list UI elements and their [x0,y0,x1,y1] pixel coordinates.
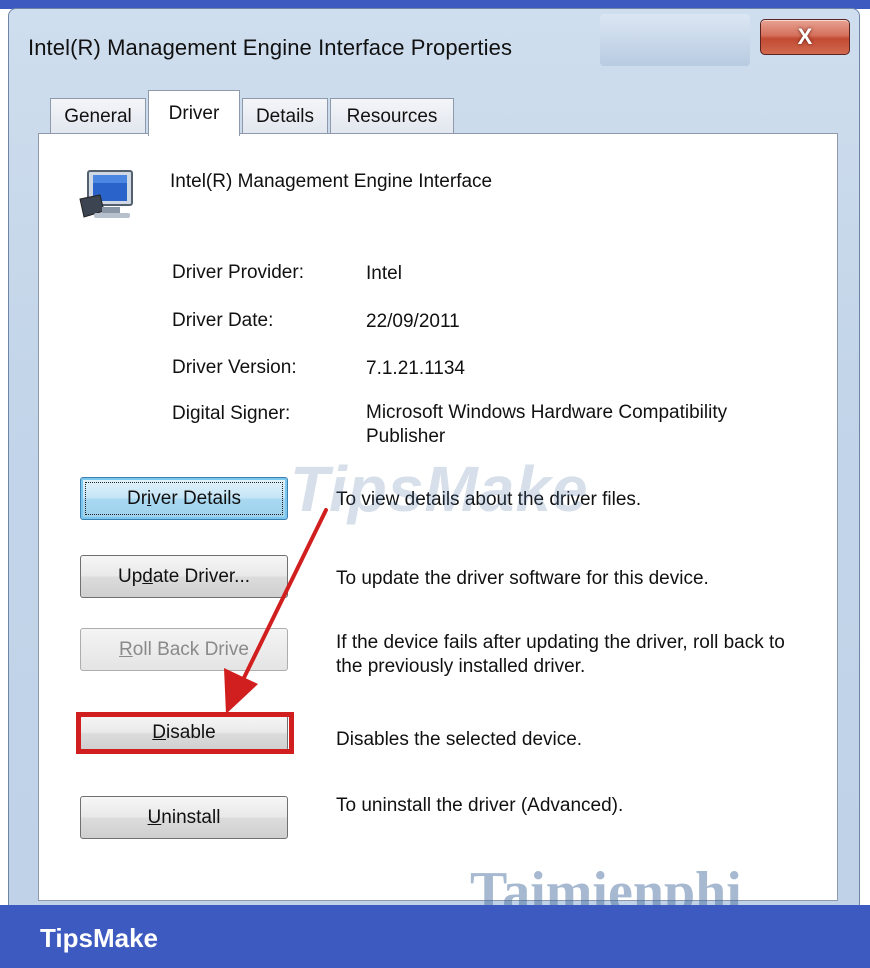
roll-back-driver-button[interactable]: Roll Back Drive [80,628,288,671]
tab-details[interactable]: Details [242,98,328,134]
close-button[interactable]: X [760,19,850,55]
roll-back-description: If the device fails after updating the d… [336,632,785,677]
tab-general[interactable]: General [50,98,146,134]
roll-back-label-accel: R [119,639,133,660]
uninstall-button[interactable]: Uninstall [80,796,288,839]
watermark-tipsmake: TipsMake [290,453,589,525]
window-title: Intel(R) Management Engine Interface Pro… [28,35,513,60]
brand-footer-bar: TipsMake [0,905,870,968]
network-adapter-icon [79,170,133,218]
tab-driver[interactable]: Driver [148,90,240,136]
driver-version-value: 7.1.21.1134 [366,358,465,379]
digital-signer-value: Microsoft Windows Hardware Compatibility… [366,402,728,447]
update-driver-label-post: ate Driver... [152,566,251,587]
device-name: Intel(R) Management Engine Interface [170,171,493,192]
driver-provider-value: Intel [366,263,402,284]
focus-ring [85,482,283,515]
digital-signer-label: Digital Signer: [172,403,291,424]
disable-description: Disables the selected device. [336,729,583,750]
update-driver-label-accel: d [142,566,153,587]
driver-details-button[interactable]: Driver Details [80,477,288,520]
driver-version-label: Driver Version: [172,357,297,378]
driver-date-value: 22/09/2011 [366,311,460,332]
titlebar-glass [600,14,750,66]
uninstall-label-post: ninstall [161,807,221,828]
update-driver-label-pre: Up [117,566,143,587]
driver-provider-label: Driver Provider: [172,262,304,283]
update-driver-description: To update the driver software for this d… [336,568,709,589]
roll-back-label-post: oll Back Drive [132,639,249,660]
annotation-highlight-box [76,712,294,754]
brand-label: TipsMake [40,923,159,953]
driver-date-label: Driver Date: [172,310,274,331]
uninstall-label-accel: U [147,807,162,828]
uninstall-description: To uninstall the driver (Advanced). [336,795,624,816]
tab-resources[interactable]: Resources [330,98,454,134]
update-driver-button[interactable]: Update Driver... [80,555,288,598]
